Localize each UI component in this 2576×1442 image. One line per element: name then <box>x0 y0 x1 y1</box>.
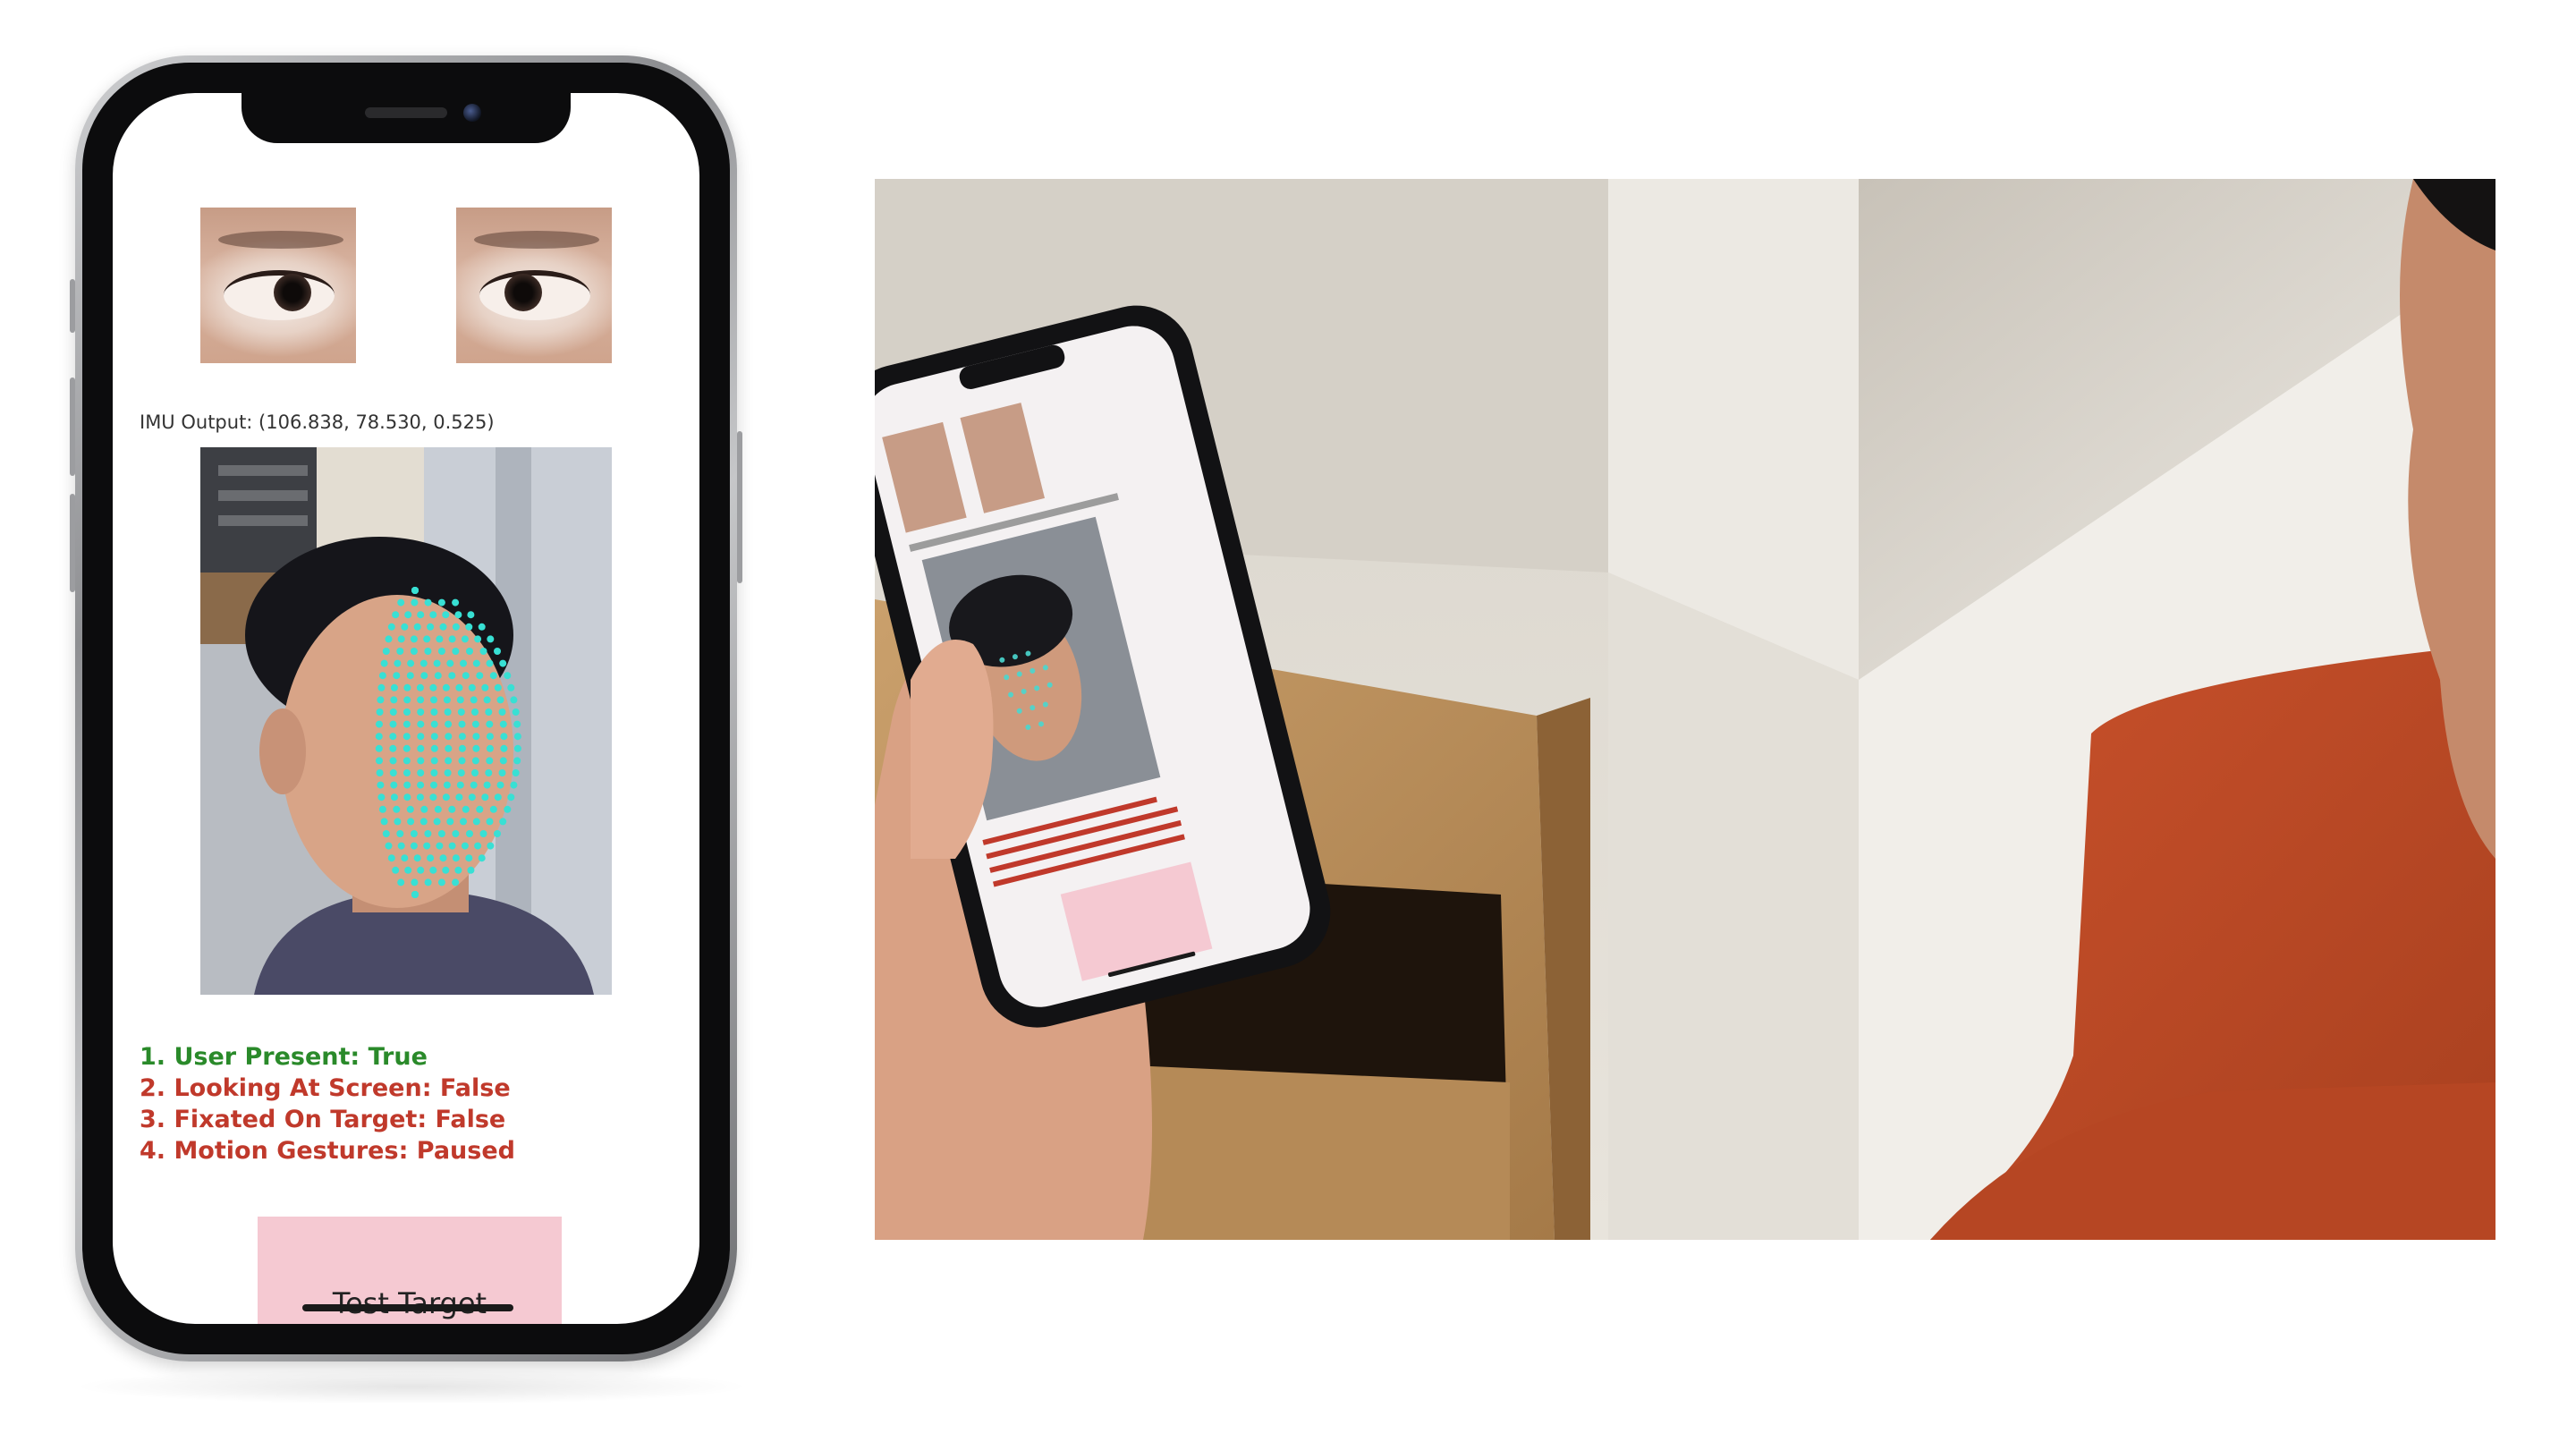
slide-canvas: IMU Output: (106.838, 78.530, 0.525) 1. … <box>0 0 2576 1442</box>
status-looking-at-screen: 2. Looking At Screen: False <box>140 1074 511 1102</box>
phone-mockup: IMU Output: (106.838, 78.530, 0.525) 1. … <box>70 55 742 1361</box>
camera-dot-icon <box>463 104 481 122</box>
power-button <box>737 431 742 583</box>
phone-screen: IMU Output: (106.838, 78.530, 0.525) 1. … <box>113 93 699 1324</box>
status-motion-gestures: 4. Motion Gestures: Paused <box>140 1137 515 1165</box>
speaker-grille-icon <box>365 107 447 118</box>
volume-down-button <box>70 494 75 592</box>
status-fixated-on-target: 3. Fixated On Target: False <box>140 1106 506 1133</box>
phone-bezel: IMU Output: (106.838, 78.530, 0.525) 1. … <box>82 63 730 1354</box>
demo-photo <box>875 179 2496 1240</box>
face-mesh-camera-view <box>200 447 612 995</box>
volume-up-button <box>70 377 75 476</box>
imu-output-text: IMU Output: (106.838, 78.530, 0.525) <box>140 411 495 433</box>
mute-switch <box>70 279 75 333</box>
phone-shadow <box>72 1369 751 1404</box>
home-indicator[interactable] <box>302 1304 513 1311</box>
status-list: 1. User Present: True 2. Looking At Scre… <box>140 1041 515 1166</box>
right-eye-crop <box>456 208 612 363</box>
left-eye-crop <box>200 208 356 363</box>
phone-notch <box>242 93 571 143</box>
status-user-present: 1. User Present: True <box>140 1043 428 1071</box>
